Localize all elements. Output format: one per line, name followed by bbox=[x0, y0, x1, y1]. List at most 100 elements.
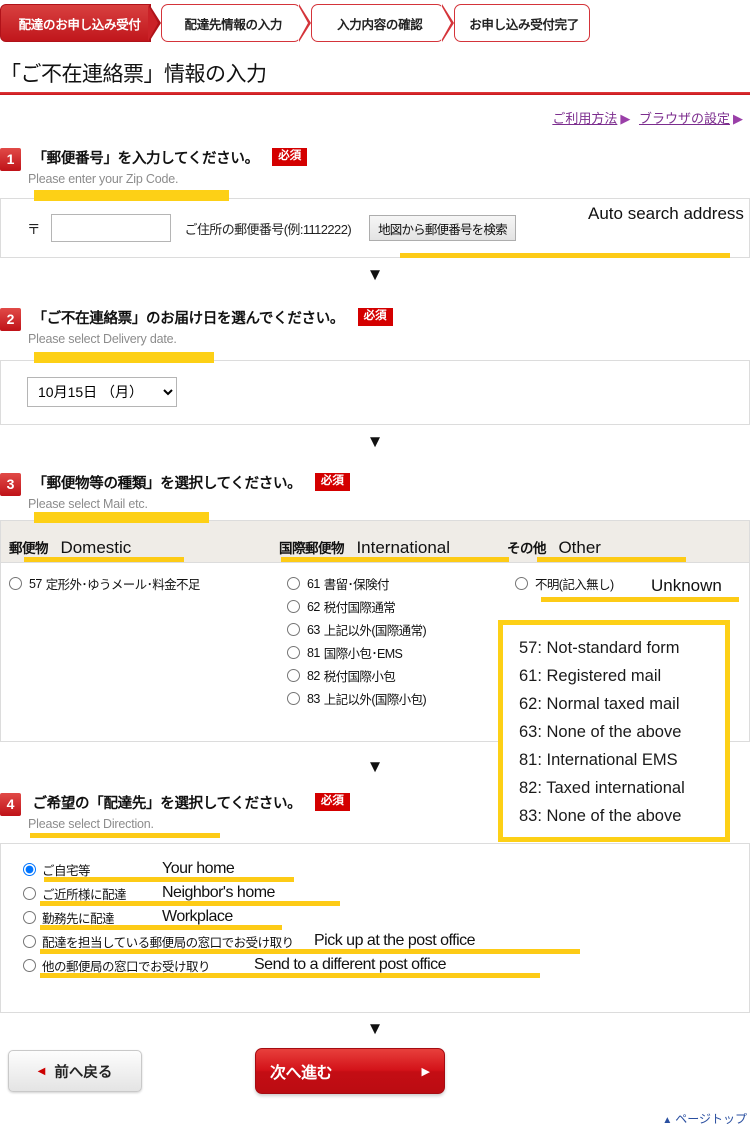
option-label-jp: 勤務先に配達 bbox=[42, 911, 115, 926]
step-number-badge: 3 bbox=[0, 473, 21, 496]
radio-option-intl-82[interactable]: 82 税付国際小包 bbox=[279, 664, 507, 687]
highlight-underline bbox=[537, 557, 686, 562]
arrow-up-icon: ▲ bbox=[662, 1115, 673, 1126]
column-header-jp: 国際郵便物 bbox=[279, 541, 345, 556]
next-button-label: 次へ進む bbox=[270, 1065, 333, 1082]
step-label: 配達のお申し込み受付 bbox=[18, 17, 141, 32]
column-header-en: International bbox=[356, 538, 451, 557]
required-badge: 必須 bbox=[314, 793, 350, 811]
page-title: 「ご不在連絡票」情報の入力 bbox=[0, 63, 267, 86]
section-title: 「ご不在連絡票」のお届け日を選んでください。 bbox=[32, 311, 345, 327]
radio-input[interactable] bbox=[9, 577, 22, 590]
section-title: 「郵便番号」を入力してください。 bbox=[32, 151, 259, 167]
radio-input[interactable] bbox=[287, 669, 300, 682]
column-header-international: 国際郵便物 International bbox=[279, 537, 507, 558]
radio-option-intl-63[interactable]: 63 上記以外(国際通常) bbox=[279, 618, 507, 641]
option-code: 63 bbox=[307, 622, 320, 637]
domestic-options-group: 57 定形外･ゆうメール･料金不足 bbox=[1, 572, 279, 710]
radio-input[interactable] bbox=[515, 577, 528, 590]
column-header-en: Other bbox=[558, 538, 601, 557]
section-2-heading: 2 「ご不在連絡票」のお届け日を選んでください。 必須 Please selec… bbox=[0, 308, 750, 346]
column-header-jp: 郵便物 bbox=[9, 541, 49, 556]
required-badge: 必須 bbox=[357, 308, 393, 326]
section-subtitle: Please select Mail etc. bbox=[28, 497, 148, 511]
mail-code-translation-callout: 57: Not-standard form 61: Registered mai… bbox=[498, 620, 730, 842]
option-label: 税付国際小包 bbox=[323, 670, 396, 684]
option-label-en: Send to a different post office bbox=[254, 956, 447, 973]
back-button-label: 前へ戻る bbox=[54, 1064, 113, 1081]
radio-option-intl-62[interactable]: 62 税付国際通常 bbox=[279, 595, 507, 618]
annotation-unknown: Unknown bbox=[651, 576, 722, 595]
option-label: 国際小包･EMS bbox=[323, 647, 403, 661]
radio-input[interactable] bbox=[23, 910, 36, 924]
highlight-underline bbox=[30, 833, 220, 838]
radio-input[interactable] bbox=[287, 623, 300, 636]
highlight-underline bbox=[44, 877, 294, 882]
title-divider bbox=[0, 92, 750, 95]
radio-option-intl-83[interactable]: 83 上記以外(国際小包) bbox=[279, 687, 507, 710]
option-label-en: Pick up at the post office bbox=[314, 932, 476, 949]
step-label: 入力内容の確認 bbox=[337, 17, 423, 32]
option-code: 62 bbox=[307, 599, 320, 614]
highlight-underline bbox=[281, 557, 509, 562]
step-item-4[interactable]: お申し込み受付完了 bbox=[454, 4, 590, 42]
step-number-badge: 4 bbox=[0, 793, 21, 816]
option-label-jp: 配達を担当している郵便局の窓口でお受け取り bbox=[42, 935, 294, 950]
annotation-auto-search: Auto search address bbox=[588, 204, 744, 223]
highlight-marker bbox=[34, 190, 229, 201]
step-item-1[interactable]: 配達のお申し込み受付 bbox=[0, 3, 162, 42]
highlight-marker bbox=[34, 512, 209, 523]
section-title: ご希望の「配達先」を選択してください。 bbox=[32, 796, 302, 812]
radio-input[interactable] bbox=[287, 600, 300, 613]
radio-option-intl-61[interactable]: 61 書留･保険付 bbox=[279, 572, 507, 595]
callout-line: 57: Not-standard form bbox=[519, 639, 680, 657]
section-subtitle: Please select Delivery date. bbox=[28, 332, 177, 346]
required-badge: 必須 bbox=[314, 473, 350, 491]
link-browser-settings[interactable]: ブラウザの設定 bbox=[639, 111, 730, 126]
highlight-underline bbox=[40, 901, 340, 906]
option-label: 定形外･ゆうメール･料金不足 bbox=[45, 578, 201, 592]
zip-hint-text: ご住所の郵便番号(例:1112222) bbox=[184, 221, 352, 237]
section-subtitle: Please enter your Zip Code. bbox=[28, 172, 179, 186]
radio-input[interactable] bbox=[287, 577, 300, 590]
option-label-en: Neighbor's home bbox=[162, 884, 275, 901]
callout-line: 62: Normal taxed mail bbox=[519, 695, 680, 713]
step-item-3[interactable]: 入力内容の確認 bbox=[311, 3, 454, 42]
arrow-left-icon: ◀ bbox=[37, 1065, 46, 1077]
step-breadcrumb: 配達のお申し込み受付 配達先情報の入力 入力内容の確認 お申し込み受付完了 bbox=[0, 3, 600, 42]
chevron-right-icon: ▶ bbox=[733, 111, 743, 126]
section-2-panel: 10月15日 （月） bbox=[0, 360, 750, 425]
page-top-link[interactable]: ▲ ページトップ bbox=[662, 1110, 747, 1127]
radio-option-intl-81[interactable]: 81 国際小包･EMS bbox=[279, 641, 507, 664]
link-usage[interactable]: ご利用方法 bbox=[552, 111, 617, 126]
step-number-badge: 1 bbox=[0, 148, 21, 171]
option-label: 書留･保険付 bbox=[323, 578, 390, 592]
page-top-label: ページトップ bbox=[675, 1112, 747, 1126]
top-help-links: ご利用方法 ▶ ブラウザの設定 ▶ bbox=[552, 108, 748, 127]
delivery-date-select[interactable]: 10月15日 （月） bbox=[27, 377, 177, 407]
callout-line: 83: None of the above bbox=[519, 807, 682, 825]
callout-line: 63: None of the above bbox=[519, 723, 682, 741]
option-code: 83 bbox=[307, 691, 320, 706]
radio-input[interactable] bbox=[287, 692, 300, 705]
search-zip-from-map-button[interactable]: 地図から郵便番号を検索 bbox=[369, 215, 516, 241]
radio-input[interactable] bbox=[287, 646, 300, 659]
radio-input[interactable] bbox=[23, 862, 36, 876]
highlight-underline bbox=[24, 557, 184, 562]
required-badge: 必須 bbox=[272, 148, 308, 166]
next-button[interactable]: 次へ進む ▶ bbox=[255, 1048, 445, 1094]
highlight-underline bbox=[541, 597, 739, 602]
radio-input[interactable] bbox=[23, 934, 36, 948]
chevron-right-icon: ▶ bbox=[620, 111, 631, 126]
callout-line: 81: International EMS bbox=[519, 751, 678, 769]
zip-code-input[interactable] bbox=[50, 214, 171, 242]
column-header-en: Domestic bbox=[60, 538, 132, 557]
highlight-underline bbox=[40, 949, 580, 954]
step-item-2[interactable]: 配達先情報の入力 bbox=[161, 3, 312, 42]
radio-option-domestic-57[interactable]: 57 定形外･ゆうメール･料金不足 bbox=[1, 572, 279, 595]
option-code: 81 bbox=[307, 645, 320, 660]
radio-input[interactable] bbox=[23, 886, 36, 900]
page-root: 配達のお申し込み受付 配達先情報の入力 入力内容の確認 お申し込み受付完了 「ご… bbox=[0, 0, 750, 1130]
radio-input[interactable] bbox=[23, 958, 36, 972]
back-button[interactable]: ◀ 前へ戻る bbox=[8, 1050, 142, 1092]
